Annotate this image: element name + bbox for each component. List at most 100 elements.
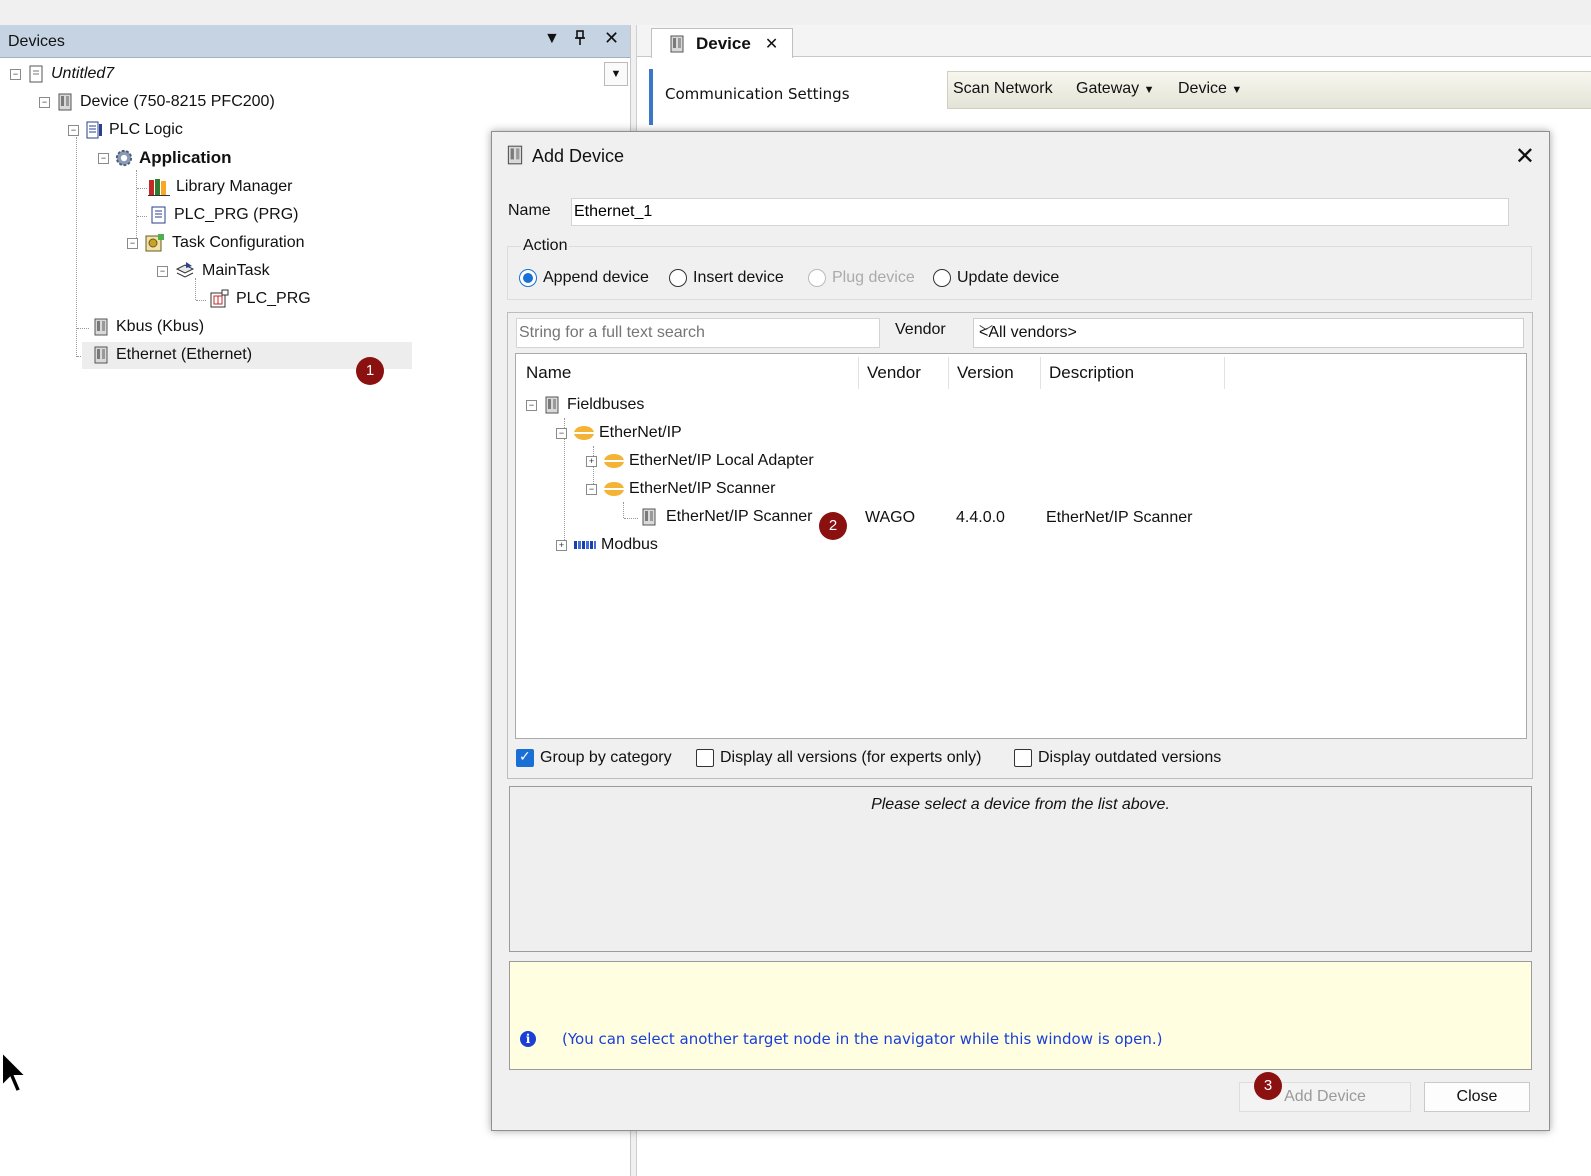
expand-icon[interactable]: +	[556, 539, 567, 551]
project-icon	[29, 65, 43, 83]
catalog-item-name: EtherNet/IP Scanner	[666, 508, 813, 525]
collapse-icon[interactable]: −	[586, 483, 597, 495]
gateway-menu-button[interactable]: Gateway ▼	[1076, 80, 1154, 98]
collapse-icon[interactable]: −	[127, 237, 138, 249]
tree-connector	[623, 502, 624, 518]
tree-item-application[interactable]: − Application	[98, 145, 232, 171]
catalog-row-ethernet-ip-scanner-group[interactable]: − EtherNet/IP Scanner	[586, 476, 775, 502]
catalog-row-ethernet-ip-local-adapter[interactable]: + EtherNet/IP Local Adapter	[586, 448, 814, 474]
tree-item-label: Kbus (Kbus)	[116, 318, 205, 335]
tree-item-label: Ethernet (Ethernet)	[116, 346, 253, 363]
tab-close-icon[interactable]: ✕	[765, 34, 778, 54]
tree-item-label: MainTask	[202, 262, 270, 279]
close-button[interactable]: Close	[1424, 1082, 1530, 1112]
radio-icon	[933, 269, 951, 287]
pin-icon[interactable]	[574, 30, 586, 51]
device-icon	[545, 396, 559, 414]
collapse-icon[interactable]: −	[556, 427, 567, 439]
device-menu-button[interactable]: Device ▼	[1178, 80, 1242, 98]
update-device-radio[interactable]: Update device	[933, 269, 1059, 287]
radio-icon	[669, 269, 687, 287]
devices-panel-title: Devices	[8, 33, 65, 50]
chevron-down-icon: ▼	[1143, 84, 1155, 96]
column-divider[interactable]	[948, 357, 949, 389]
catalog-row-ethernet-ip[interactable]: − EtherNet/IP	[556, 420, 682, 446]
tree-item-plc-logic[interactable]: − PLC Logic	[68, 117, 183, 143]
program-icon	[151, 206, 166, 224]
collapse-icon[interactable]: −	[98, 152, 109, 164]
column-header-description[interactable]: Description	[1049, 363, 1134, 383]
tree-item-task-configuration[interactable]: − Task Configuration	[127, 230, 305, 256]
task-config-icon	[145, 234, 164, 252]
collapse-icon[interactable]: −	[157, 265, 168, 277]
display-outdated-versions-checkbox[interactable]: Display outdated versions	[1014, 749, 1221, 767]
hint-text: (You can select another target node in t…	[562, 1030, 1163, 1048]
catalog-item-version: 4.4.0.0	[956, 509, 1005, 526]
catalog-item-vendor: WAGO	[865, 509, 916, 526]
collapse-icon[interactable]: −	[10, 68, 21, 80]
dialog-close-icon[interactable]: ✕	[1515, 142, 1535, 171]
collapse-icon[interactable]: −	[68, 124, 79, 136]
close-panel-icon[interactable]: ✕	[604, 28, 619, 49]
program-call-icon	[210, 289, 229, 308]
mouse-cursor-icon	[1, 1050, 28, 1094]
tree-item-maintask[interactable]: − MainTask	[157, 258, 270, 284]
append-device-radio[interactable]: Append device	[519, 269, 649, 287]
tab-device[interactable]: Device ✕	[651, 28, 793, 58]
column-header-name[interactable]: Name	[526, 363, 571, 383]
name-label: Name	[508, 202, 551, 219]
checkbox-label: Group by category	[540, 749, 672, 766]
checkbox-label: Display outdated versions	[1038, 749, 1222, 766]
display-all-versions-checkbox[interactable]: Display all versions (for experts only)	[696, 749, 981, 767]
tree-item-label: Application	[139, 148, 232, 167]
tree-item-plc-prg-call[interactable]: PLC_PRG	[208, 286, 311, 312]
device-icon	[94, 346, 108, 364]
tree-item-device[interactable]: − Device (750-8215 PFC200)	[39, 89, 275, 115]
tree-item-plc-prg[interactable]: PLC_PRG (PRG)	[150, 202, 298, 228]
tree-item-ethernet[interactable]: Ethernet (Ethernet)	[92, 342, 252, 368]
tree-item-label: PLC Logic	[109, 121, 183, 138]
collapse-icon[interactable]: −	[526, 399, 537, 411]
action-legend: Action	[521, 237, 570, 255]
catalog-row-fieldbuses[interactable]: − Fieldbuses	[526, 392, 644, 418]
column-divider[interactable]	[1040, 357, 1041, 389]
device-catalog-tree: Name Vendor Version Description − Fieldb…	[515, 353, 1527, 739]
device-menu-label: Device	[1178, 80, 1227, 97]
tree-item-kbus[interactable]: Kbus (Kbus)	[92, 314, 204, 340]
tree-connector	[76, 137, 77, 357]
column-divider[interactable]	[858, 357, 859, 389]
chevron-down-icon: ▼	[1231, 84, 1243, 96]
catalog-row-ethernet-ip-scanner-device[interactable]: EtherNet/IP Scanner	[640, 504, 812, 530]
column-header-version[interactable]: Version	[957, 363, 1014, 383]
name-input[interactable]	[571, 198, 1509, 226]
catalog-item-name: Modbus	[601, 536, 658, 553]
expand-icon[interactable]: +	[586, 455, 597, 467]
tree-connector	[137, 216, 147, 217]
add-device-dialog: Add Device ✕ Name Action Append device I…	[491, 131, 1550, 1131]
insert-device-radio[interactable]: Insert device	[669, 269, 784, 287]
step-badge-3: 3	[1254, 1072, 1282, 1100]
full-text-search-input[interactable]	[516, 318, 880, 348]
column-divider[interactable]	[1224, 357, 1225, 389]
catalog-item-description: EtherNet/IP Scanner	[1046, 509, 1193, 526]
devices-tree-dropdown-button[interactable]: ▼	[604, 62, 628, 86]
tree-connector	[77, 328, 89, 329]
device-icon	[670, 35, 684, 52]
chevron-down-icon: ﹀	[979, 324, 993, 340]
tree-item-project[interactable]: − Untitled7	[10, 61, 114, 87]
communication-settings-nav-item[interactable]: Communication Settings	[649, 69, 943, 125]
panel-menu-dropdown-icon[interactable]: ▼	[544, 30, 560, 48]
tree-item-label: PLC_PRG (PRG)	[174, 206, 299, 223]
vendor-select[interactable]: <All vendors> ﹀	[973, 318, 1524, 348]
modbus-icon	[574, 541, 596, 549]
device-info-text: Please select a device from the list abo…	[871, 796, 1170, 813]
column-header-vendor[interactable]: Vendor	[867, 363, 921, 383]
checkbox-icon	[1014, 749, 1032, 767]
devices-panel-header: Devices ▼ ✕	[0, 25, 630, 58]
device-icon	[58, 93, 72, 111]
scan-network-button[interactable]: Scan Network	[953, 80, 1053, 98]
tree-item-library-manager[interactable]: Library Manager	[148, 174, 293, 200]
group-by-category-checkbox[interactable]: Group by category	[516, 748, 672, 767]
catalog-row-modbus[interactable]: + Modbus	[556, 532, 658, 558]
collapse-icon[interactable]: −	[39, 96, 50, 108]
